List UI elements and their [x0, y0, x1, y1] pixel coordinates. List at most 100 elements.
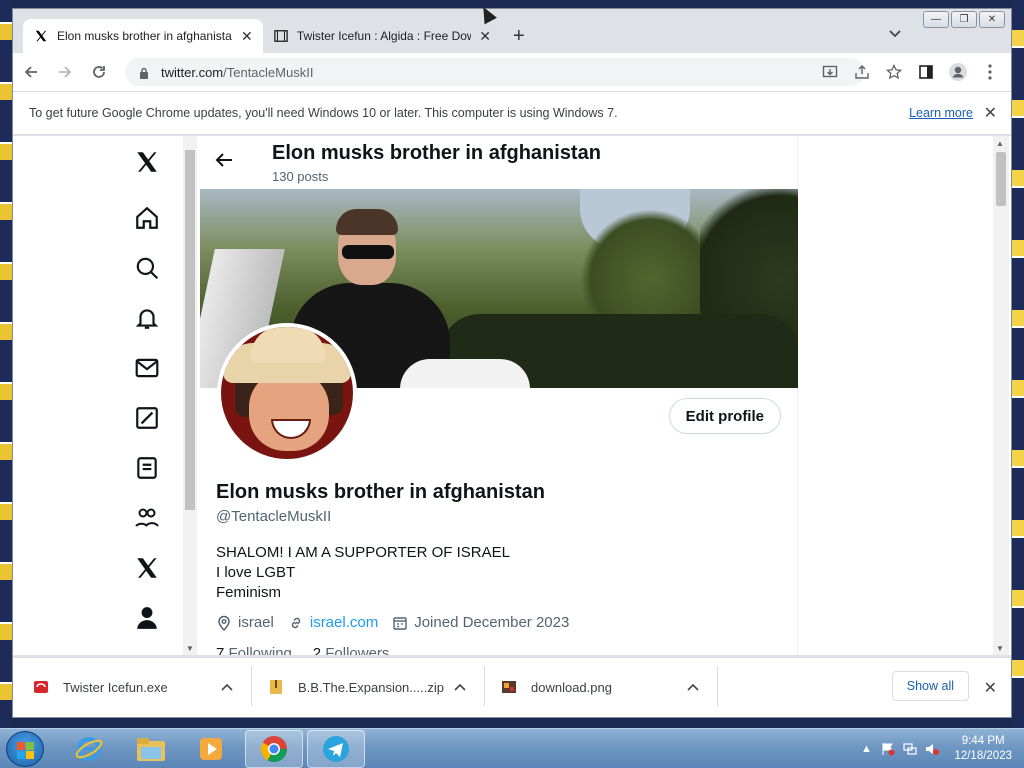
location-text: israel	[238, 614, 274, 631]
telegram-icon[interactable]	[307, 730, 365, 768]
forward-button[interactable]	[49, 56, 81, 88]
notifications-bell-icon[interactable]	[131, 302, 163, 334]
network-icon[interactable]	[902, 741, 918, 757]
tab-search-icon[interactable]	[889, 27, 901, 41]
tab-twister[interactable]: Twister Icefun : Algida : Free Dow ✕	[263, 19, 501, 53]
scroll-up-arrow-icon[interactable]: ▲	[996, 139, 1004, 148]
media-player-icon[interactable]	[182, 730, 240, 768]
profile-person-icon[interactable]	[131, 602, 163, 634]
bio-line: SHALOM! I AM A SUPPORTER OF ISRAEL	[216, 544, 510, 561]
back-button[interactable]	[15, 56, 47, 88]
download-item[interactable]: B.B.The.Expansion.....zip	[268, 658, 485, 716]
edit-profile-button[interactable]: Edit profile	[668, 398, 781, 434]
chrome-window: Elon musks brother in afghanista ✕ Twist…	[12, 8, 1012, 718]
download-item[interactable]: download.png	[501, 658, 718, 716]
window-controls: — ❐ ✕	[923, 11, 1005, 28]
back-arrow-icon[interactable]	[214, 150, 234, 176]
header-display-name: Elon musks brother in afghanistan	[272, 142, 601, 164]
action-center-flag-icon[interactable]	[880, 741, 896, 757]
clock-date: 12/18/2023	[954, 750, 1012, 762]
profile-column: Elon musks brother in afghanistan 130 po…	[200, 136, 798, 655]
lock-icon[interactable]	[139, 66, 149, 79]
post-count: 130 posts	[272, 169, 329, 184]
premium-x-icon[interactable]	[131, 552, 163, 584]
sidebar-scroll-thumb[interactable]	[185, 150, 195, 510]
show-hidden-icons-icon[interactable]: ▲	[858, 741, 874, 757]
new-tab-button[interactable]: +	[513, 25, 525, 48]
tab-profile[interactable]: Elon musks brother in afghanista ✕	[23, 19, 263, 53]
home-icon[interactable]	[131, 202, 163, 234]
chevron-up-icon[interactable]	[221, 680, 233, 694]
profile-avatar[interactable]	[217, 323, 357, 463]
chevron-up-icon[interactable]	[454, 680, 466, 694]
bio-line: Feminism	[216, 584, 282, 601]
maximize-button[interactable]: ❐	[951, 11, 977, 28]
menu-icon[interactable]	[977, 58, 1003, 86]
chrome-taskbar-icon[interactable]	[245, 730, 303, 768]
image-icon	[501, 679, 517, 695]
system-tray: ▲ 9:44 PM 12/18/2023	[852, 729, 1018, 768]
infobar-message: To get future Google Chrome updates, you…	[29, 106, 618, 120]
archive-icon	[273, 28, 289, 44]
sidebar-scrollbar[interactable]: ▼	[183, 136, 197, 655]
download-filename: B.B.The.Expansion.....zip	[298, 679, 444, 695]
update-infobar: To get future Google Chrome updates, you…	[13, 91, 1011, 135]
page-scrollbar[interactable]: ▲ ▼	[993, 136, 1009, 655]
close-window-button[interactable]: ✕	[979, 11, 1005, 28]
search-icon[interactable]	[131, 252, 163, 284]
profile-display-name: Elon musks brother in afghanistan	[216, 481, 545, 503]
lists-icon[interactable]	[131, 452, 163, 484]
url-text: twitter.com/TentacleMuskII	[161, 64, 314, 80]
desktop-background-left	[0, 0, 12, 728]
twitter-sidebar	[123, 136, 171, 655]
profile-meta: israel israel.com Joined December 2023	[216, 614, 583, 631]
start-button[interactable]	[6, 731, 44, 767]
joined-text: Joined December 2023	[414, 614, 570, 631]
link-icon	[288, 615, 304, 631]
show-all-downloads-button[interactable]: Show all	[891, 671, 969, 701]
calendar-icon	[392, 615, 408, 631]
website-link[interactable]: israel.com	[310, 614, 378, 631]
x-logo-icon[interactable]	[131, 146, 163, 178]
minimize-button[interactable]: —	[923, 11, 949, 28]
zip-icon	[268, 679, 284, 695]
profile-icon[interactable]	[945, 58, 971, 86]
banner-car-hood	[400, 359, 530, 388]
follow-counts: 7 Following 2 Followers	[216, 645, 389, 655]
location-item: israel	[216, 614, 274, 631]
page-scroll-thumb[interactable]	[996, 152, 1006, 206]
messages-envelope-icon[interactable]	[131, 352, 163, 384]
followers-link[interactable]: 2 Followers	[313, 645, 390, 655]
exe-icon	[33, 679, 49, 695]
grok-icon[interactable]	[131, 402, 163, 434]
communities-icon[interactable]	[131, 502, 163, 534]
reload-button[interactable]	[83, 56, 115, 88]
scroll-down-arrow-icon[interactable]: ▼	[996, 644, 1004, 653]
close-tab-icon[interactable]: ✕	[241, 28, 253, 45]
close-downloads-icon[interactable]: ✕	[984, 678, 997, 698]
file-explorer-icon[interactable]	[122, 730, 180, 768]
profile-header: Elon musks brother in afghanistan 130 po…	[200, 136, 797, 189]
x-logo-icon	[33, 28, 49, 44]
share-icon[interactable]	[849, 58, 875, 86]
close-tab-icon[interactable]: ✕	[479, 28, 491, 45]
learn-more-link[interactable]: Learn more	[909, 106, 973, 120]
close-infobar-icon[interactable]: ✕	[984, 103, 997, 123]
volume-muted-icon[interactable]	[924, 741, 940, 757]
clock[interactable]: 9:44 PM 12/18/2023	[954, 734, 1012, 764]
chevron-up-icon[interactable]	[687, 680, 699, 694]
download-item[interactable]: Twister Icefun.exe	[33, 658, 252, 716]
internet-explorer-icon[interactable]	[60, 730, 118, 768]
side-panel-icon[interactable]	[913, 58, 939, 86]
tab-strip: Elon musks brother in afghanista ✕ Twist…	[13, 9, 1011, 53]
following-link[interactable]: 7 Following	[216, 645, 292, 655]
address-bar[interactable]: twitter.com/TentacleMuskII	[125, 58, 865, 86]
download-filename: download.png	[531, 679, 612, 695]
tab-title: Twister Icefun : Algida : Free Dow	[296, 29, 472, 43]
toolbar-actions	[817, 58, 1003, 86]
browser-toolbar: twitter.com/TentacleMuskII	[13, 53, 1011, 91]
bookmark-star-icon[interactable]	[881, 58, 907, 86]
install-app-icon[interactable]	[817, 58, 843, 86]
scroll-down-arrow-icon[interactable]: ▼	[186, 644, 194, 653]
bio-line: I love LGBT	[216, 564, 296, 581]
